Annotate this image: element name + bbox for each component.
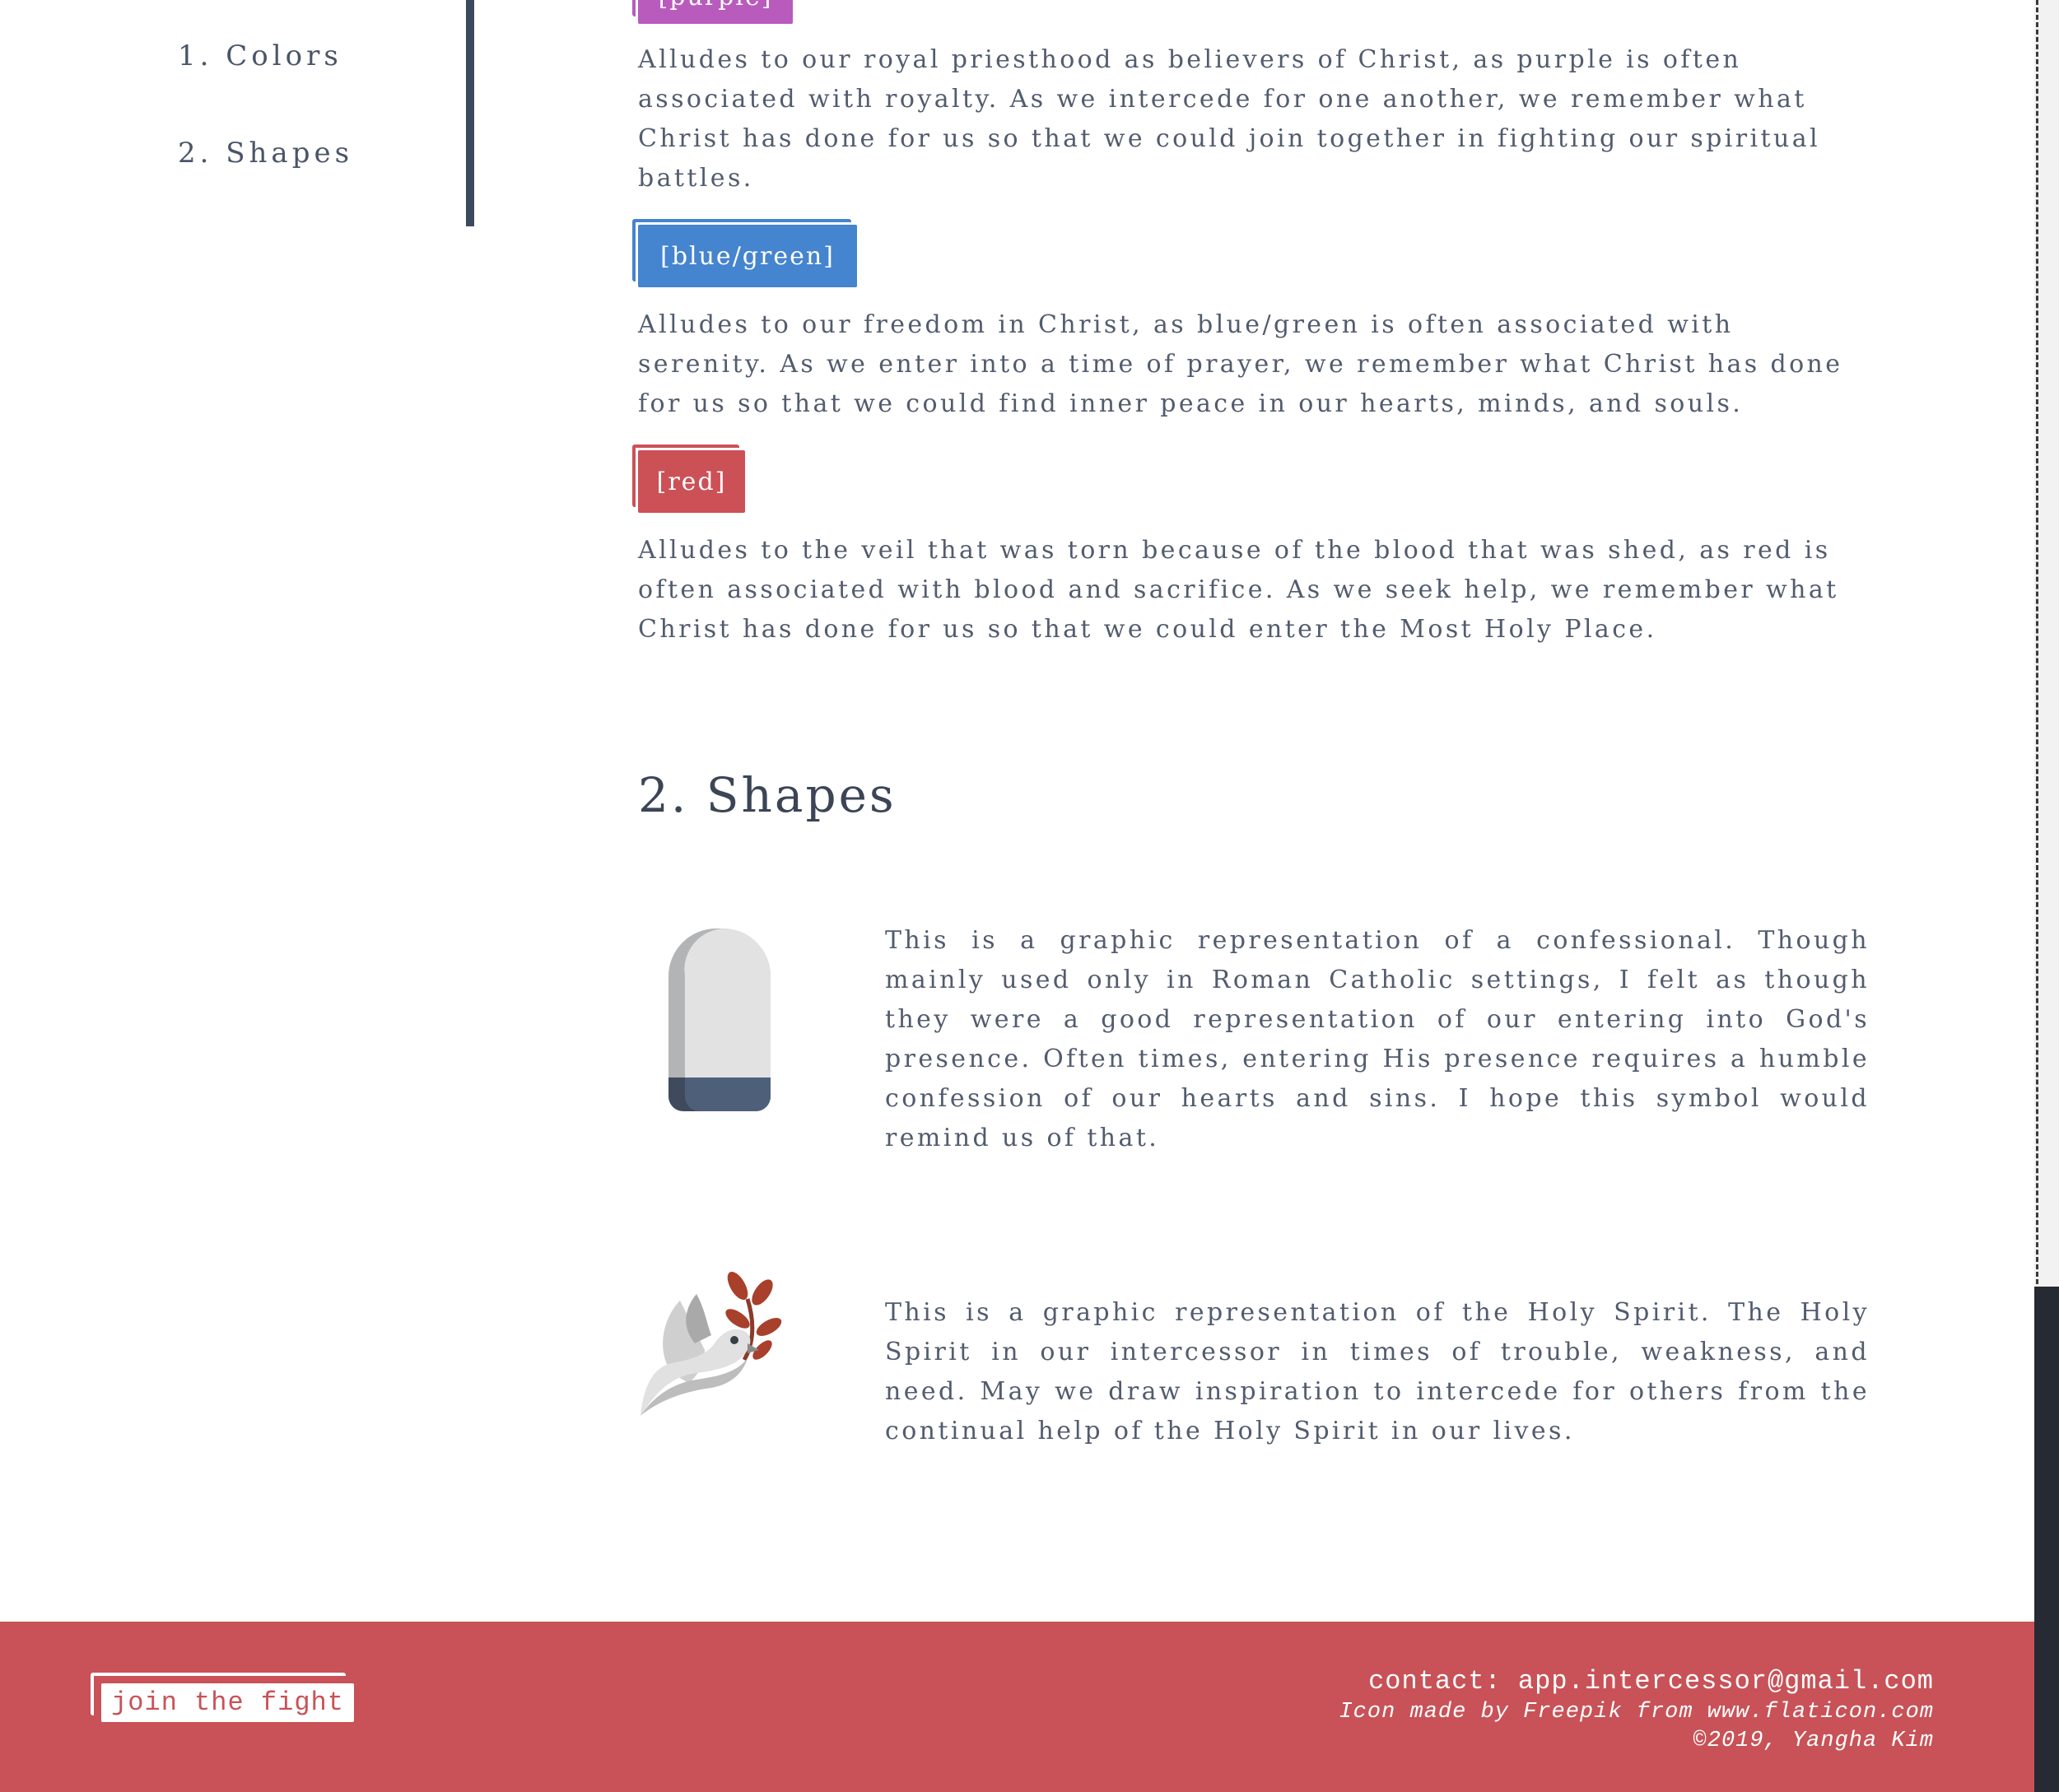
shapes-heading: 2. Shapes — [638, 767, 897, 823]
dove-icon — [639, 1268, 787, 1417]
page: 1. Colors 2. Shapes [purple] Alludes to … — [0, 0, 2034, 1622]
blue-green-tag-label: [blue/green] — [638, 225, 857, 287]
purple-description: Alludes to our royal priesthood as belie… — [638, 45, 1820, 193]
purple-tag: [purple] — [632, 0, 797, 26]
confessional-description: This is a graphic representation of a co… — [885, 926, 1870, 1152]
red-description: Alludes to the veil that was torn becaus… — [638, 536, 1839, 644]
scrollbar-guide — [2036, 0, 2038, 1284]
join-the-fight-group: join the fight — [91, 1673, 356, 1724]
holy-spirit-description: This is a graphic representation of the … — [885, 1298, 1870, 1445]
copyright: ©2019, Yangha Kim — [1693, 1729, 1934, 1753]
toc-item-colors[interactable]: 1. Colors — [178, 40, 342, 72]
scrollbar-thumb[interactable] — [2034, 1287, 2059, 1792]
join-the-fight-button[interactable]: join the fight — [101, 1683, 354, 1722]
contact-email[interactable]: contact: app.intercessor@gmail.com — [1368, 1666, 1934, 1697]
blue-green-description: Alludes to our freedom in Christ, as blu… — [638, 310, 1843, 418]
icon-credit: Icon made by Freepik from www.flaticon.c… — [1339, 1700, 1934, 1725]
blue-green-tag: [blue/green] — [632, 219, 871, 293]
red-tag: [red] — [632, 445, 764, 519]
toc-item-shapes[interactable]: 2. Shapes — [178, 137, 353, 170]
red-tag-label: [red] — [638, 450, 745, 513]
footer: join the fight contact: app.intercessor@… — [0, 1622, 2034, 1792]
purple-tag-label: [purple] — [638, 0, 793, 24]
toc-active-indicator — [466, 0, 474, 226]
confessional-icon — [668, 928, 771, 1111]
